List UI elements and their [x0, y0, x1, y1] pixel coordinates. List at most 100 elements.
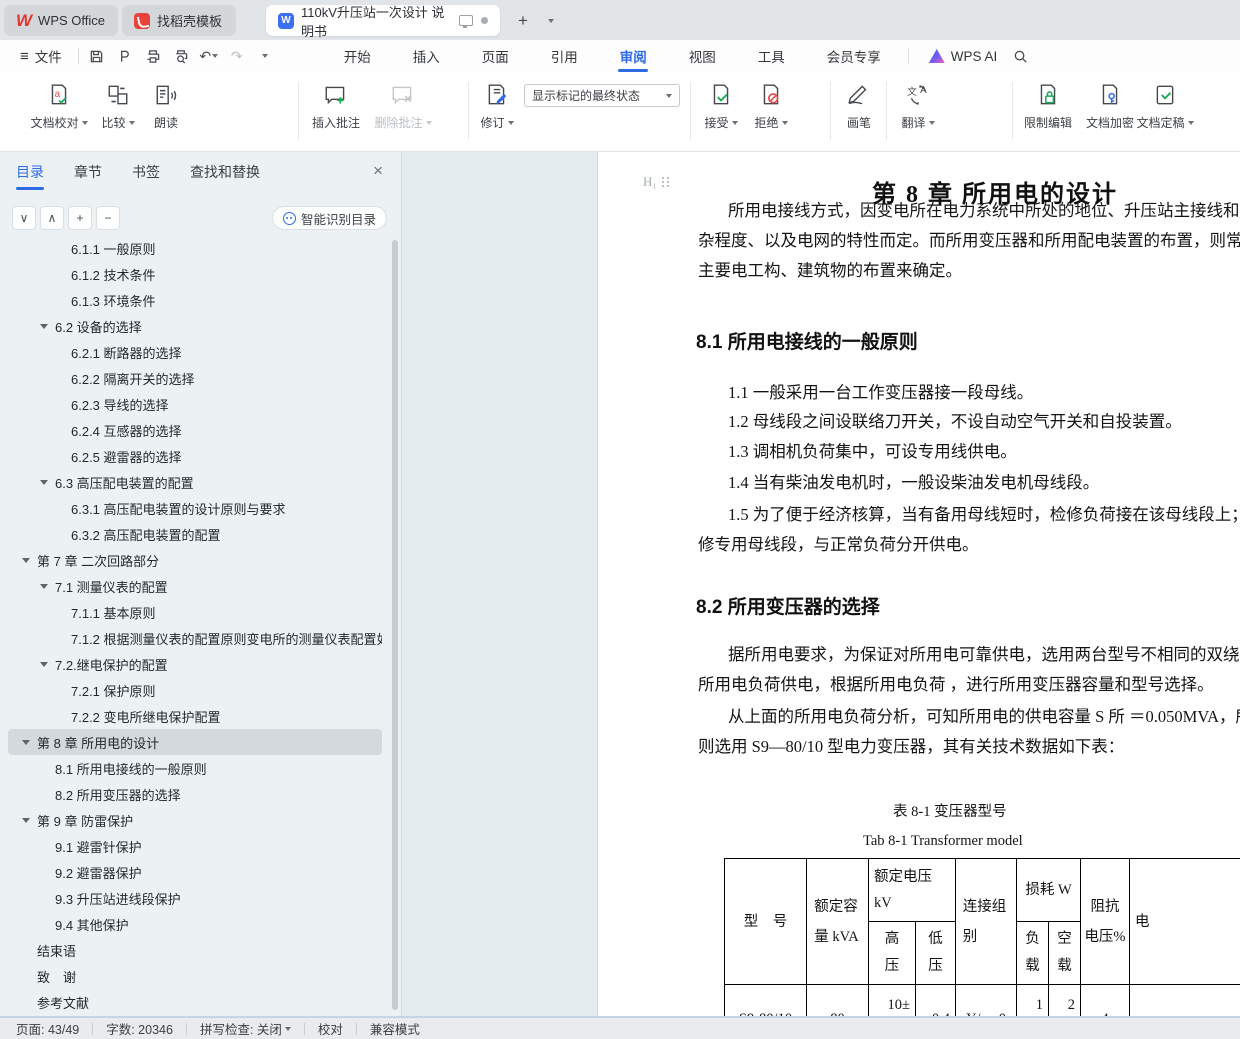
collapse-arrow-icon[interactable] [40, 583, 48, 589]
track-changes-button[interactable]: 修订 [474, 80, 520, 142]
reject-button[interactable]: 拒绝 [748, 80, 794, 142]
print-preview-button[interactable] [169, 45, 193, 67]
menu-tab-page[interactable]: 页面 [461, 40, 530, 72]
menu-tab-tools[interactable]: 工具 [737, 40, 806, 72]
toc-item[interactable]: 6.1.2 技术条件 [8, 261, 382, 287]
toc-item[interactable]: 6.2.1 断路器的选择 [8, 339, 382, 365]
toc-item[interactable]: 6.2.4 互感器的选择 [8, 417, 382, 443]
toc-item[interactable]: 结束语 [8, 937, 382, 963]
redo-button[interactable]: ↷ [225, 45, 249, 67]
delete-comment-label: 删除批注 [374, 114, 432, 131]
menu-tab-view[interactable]: 视图 [668, 40, 737, 72]
proofread-status[interactable]: 校对 [318, 1019, 343, 1038]
smart-assistant-icon [282, 211, 296, 225]
toc-item[interactable]: 7.2.2 变电所继电保护配置 [8, 703, 382, 729]
toc-item[interactable]: 6.2.5 避雷器的选择 [8, 443, 382, 469]
sidebar-tab-chapters[interactable]: 章节 [74, 162, 102, 190]
doc-proofing-button[interactable]: a 文档校对 [28, 80, 90, 142]
toc-item[interactable]: 致 谢 [8, 963, 382, 989]
new-tab-button[interactable]: + [510, 8, 536, 34]
spell-check-status[interactable]: 拼写检查: 关闭 [200, 1019, 291, 1038]
toc-expand-button[interactable]: + [68, 206, 92, 230]
toc-item[interactable]: 9.4 其他保护 [8, 911, 382, 937]
toc-item[interactable]: 7.1.2 根据测量仪表的配置原则变电所的测量仪表配置如 ... [8, 625, 382, 651]
toc-item[interactable]: 6.2.2 隔离开关的选择 [8, 365, 382, 391]
tab-docer-templates[interactable]: 找稻壳模板 [122, 5, 236, 36]
smart-toc-button[interactable]: 智能识别目录 [271, 206, 387, 230]
search-button[interactable] [1013, 49, 1028, 64]
chevron-down-icon [731, 120, 738, 125]
toc-item[interactable]: 6.1.1 一般原则 [8, 235, 382, 261]
print-button[interactable] [141, 45, 165, 67]
wps-ai-button[interactable]: WPS AI [928, 49, 997, 64]
chevron-down-icon [666, 93, 672, 98]
toc-item[interactable]: 6.2 设备的选择 [8, 313, 382, 339]
menu-tab-reference[interactable]: 引用 [530, 40, 599, 72]
list-line: 1.3 调相机负荷集中，可设专用线供电。 [728, 442, 1017, 461]
toc-previous-button[interactable]: ∧ [40, 206, 64, 230]
sidebar-close-button[interactable]: × [373, 162, 383, 179]
customize-toolbar-button[interactable] [253, 45, 277, 67]
heading-drag-handle[interactable]: H₁ [643, 174, 669, 190]
toc-next-button[interactable]: ∨ [12, 206, 36, 230]
markup-state-select[interactable]: 显示标记的最终状态 [524, 84, 680, 107]
toc-item[interactable]: 6.2.3 导线的选择 [8, 391, 382, 417]
document-workspace: H₁ 第 8 章 所用电的设计 所用电接线方式，因变电所在电力系统中所处的地位、… [403, 152, 1240, 1016]
collapse-arrow-icon[interactable] [40, 323, 48, 329]
collapse-arrow-icon[interactable] [40, 479, 48, 485]
menu-tab-home[interactable]: 开始 [323, 40, 392, 72]
save-button[interactable] [85, 45, 109, 67]
ink-brush-button[interactable]: 画笔 [838, 80, 880, 142]
finalize-doc-button[interactable]: 文档定稿 [1132, 80, 1198, 142]
toc-item-selected[interactable]: 第 8 章 所用电的设计 [8, 729, 382, 755]
menu-tab-insert[interactable]: 插入 [392, 40, 461, 72]
tab-wps-office[interactable]: W WPS Office [4, 5, 118, 36]
compare-button[interactable]: 比较 [96, 80, 140, 142]
accept-button[interactable]: 接受 [698, 80, 744, 142]
toc-item[interactable]: 7.2.1 保护原则 [8, 677, 382, 703]
search-icon [1014, 50, 1027, 63]
toc-item[interactable]: 第 9 章 防雷保护 [8, 807, 382, 833]
toc-item[interactable]: 6.3.1 高压配电装置的设计原则与要求 [8, 495, 382, 521]
translate-button[interactable]: 文 A 翻译 [894, 80, 942, 142]
toc-item[interactable]: 8.2 所用变压器的选择 [8, 781, 382, 807]
sidebar-tab-bookmarks[interactable]: 书签 [132, 162, 160, 190]
collapse-arrow-icon[interactable] [22, 739, 30, 745]
toc-item[interactable]: 9.2 避雷器保护 [8, 859, 382, 885]
delete-comment-button[interactable]: 删除批注 [370, 80, 436, 142]
toc-item[interactable]: 8.1 所用电接线的一般原则 [8, 755, 382, 781]
toc-item[interactable]: 参考文献 [8, 989, 382, 1015]
word-count-status[interactable]: 字数: 20346 [106, 1019, 173, 1038]
sidebar-scrollbar[interactable] [392, 240, 398, 1010]
toc-collapse-button[interactable]: − [96, 206, 120, 230]
toc-item[interactable]: 7.1.1 基本原则 [8, 599, 382, 625]
toc-item[interactable]: 7.2.继电保护的配置 [8, 651, 382, 677]
insert-comment-button[interactable]: 插入批注 [306, 80, 366, 142]
collapse-arrow-icon[interactable] [22, 557, 30, 563]
toc-item[interactable]: 6.3 高压配电装置的配置 [8, 469, 382, 495]
sidebar-tab-find-replace[interactable]: 查找和替换 [190, 162, 260, 190]
present-icon[interactable] [459, 15, 473, 28]
menu-tab-member[interactable]: 会员专享 [806, 40, 902, 72]
toc-item[interactable]: 6.1.3 环境条件 [8, 287, 382, 313]
tab-list-button[interactable] [536, 8, 562, 34]
tab-document[interactable]: W 110kV升压站一次设计 说明书 [266, 5, 500, 39]
toc-item[interactable]: 9.3 升压站进线段保护 [8, 885, 382, 911]
restrict-editing-button[interactable]: 限制编辑 [1018, 80, 1078, 142]
export-pdf-button[interactable] [113, 45, 137, 67]
undo-button[interactable]: ↶ [197, 45, 221, 67]
toc-item[interactable]: 第 7 章 二次回路部分 [8, 547, 382, 573]
toc-item[interactable]: 9.1 避雷针保护 [8, 833, 382, 859]
read-aloud-button[interactable]: 朗读 [146, 80, 186, 142]
toc-item[interactable]: 6.3.2 高压配电装置的配置 [8, 521, 382, 547]
collapse-arrow-icon[interactable] [40, 661, 48, 667]
sidebar-tab-contents[interactable]: 目录 [16, 162, 44, 190]
collapse-arrow-icon[interactable] [22, 817, 30, 823]
menu-tab-review[interactable]: 审阅 [599, 40, 668, 72]
file-menu-button[interactable]: ≡ 文件 [0, 46, 72, 66]
document-page[interactable]: H₁ 第 8 章 所用电的设计 所用电接线方式，因变电所在电力系统中所处的地位、… [598, 152, 1240, 1016]
compat-mode-status[interactable]: 兼容模式 [370, 1019, 420, 1038]
list-line: 1.5 为了便于经济核算，当有备用母线短时，检修负荷接在该母线段上； [728, 505, 1240, 524]
encrypt-doc-button[interactable]: 文档加密 [1080, 80, 1140, 142]
toc-item[interactable]: 7.1 测量仪表的配置 [8, 573, 382, 599]
